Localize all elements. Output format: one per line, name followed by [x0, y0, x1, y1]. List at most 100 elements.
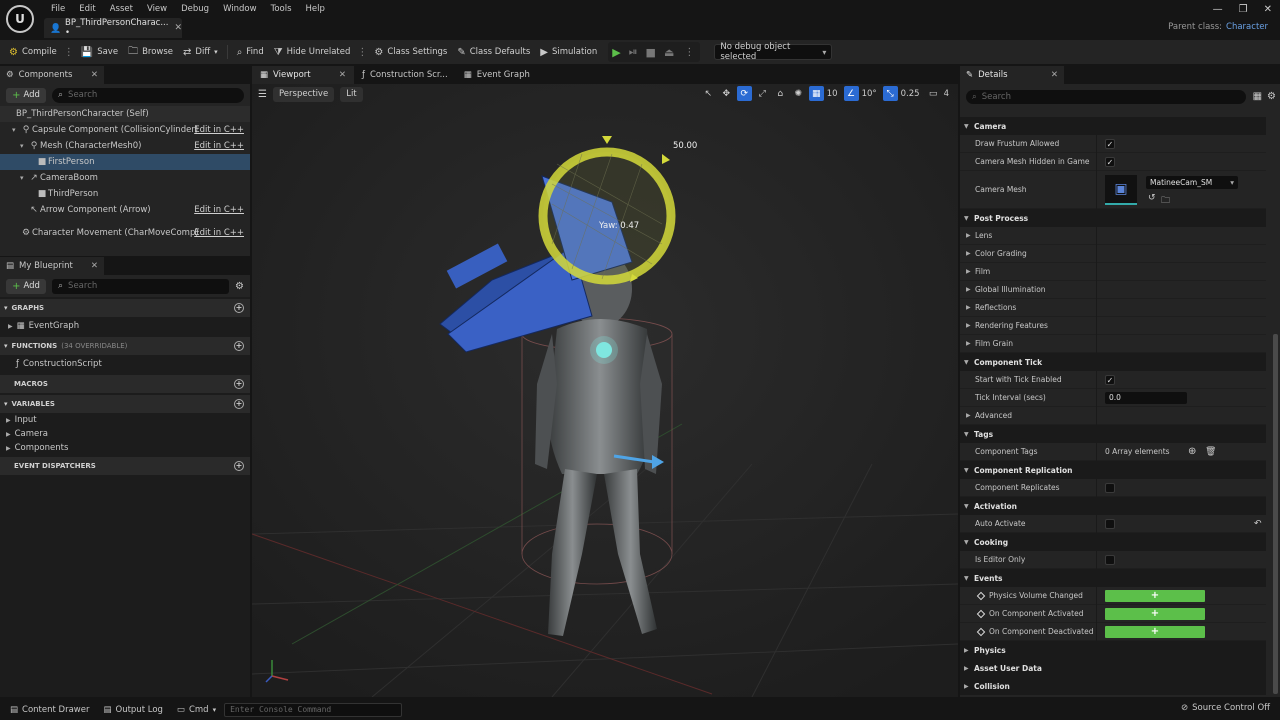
- tree-row-self[interactable]: BP_ThirdPersonCharacter (Self): [0, 106, 250, 122]
- grid-snap-icon[interactable]: ▦: [808, 86, 824, 101]
- cmd-button[interactable]: ▭ Cmd ▾: [171, 701, 222, 719]
- tree-row-arrow[interactable]: ↖ Arrow Component (Arrow) Edit in C++: [0, 202, 250, 218]
- category-activation[interactable]: ▼ Activation: [960, 497, 1266, 515]
- world-space-icon[interactable]: ⌂: [773, 86, 788, 101]
- reset-icon[interactable]: ↺: [1148, 193, 1156, 203]
- class-settings-button[interactable]: ⚙ Class Settings: [369, 42, 452, 62]
- scale-icon[interactable]: ⤢: [755, 86, 770, 101]
- tab-my-blueprint[interactable]: ▤ My Blueprint ✕: [0, 257, 104, 275]
- maximize-button[interactable]: ❐: [1239, 4, 1248, 15]
- is-editor-only-checkbox[interactable]: [1105, 554, 1115, 565]
- edit-in-cpp-link[interactable]: Edit in C++: [194, 228, 244, 238]
- browse-button[interactable]: 🗀 Browse: [123, 42, 178, 62]
- hide-unrelated-button[interactable]: ⧩ Hide Unrelated: [269, 42, 356, 62]
- find-button[interactable]: ⌕ Find: [232, 42, 269, 62]
- add-element-icon[interactable]: ⊕: [1188, 446, 1196, 457]
- minimize-button[interactable]: —: [1213, 4, 1223, 15]
- variable-category-components[interactable]: ▶ Components: [0, 441, 250, 455]
- trash-icon[interactable]: 🗑: [1205, 447, 1216, 457]
- perspective-button[interactable]: Perspective: [272, 86, 335, 102]
- details-scrollbar[interactable]: [1273, 334, 1278, 694]
- unreal-logo-icon[interactable]: U: [6, 5, 34, 33]
- parent-class-link[interactable]: Character: [1226, 22, 1268, 32]
- row-global-illumination[interactable]: ▶ Global Illumination: [960, 281, 1266, 299]
- add-event-button[interactable]: +: [1105, 589, 1205, 602]
- add-event-button[interactable]: +: [1105, 607, 1205, 620]
- functions-section-header[interactable]: ▾ FUNCTIONS (34 OVERRIDABLE) +: [0, 337, 250, 355]
- asset-tab[interactable]: 👤 BP_ThirdPersonCharac... • ✕: [44, 18, 182, 38]
- menu-debug[interactable]: Debug: [174, 2, 216, 16]
- menu-view[interactable]: View: [140, 2, 174, 16]
- scale-snap-value[interactable]: 0.25: [901, 89, 923, 99]
- lit-button[interactable]: Lit: [340, 86, 363, 102]
- reset-to-default-icon[interactable]: ↶: [1254, 519, 1262, 529]
- play-options-icon[interactable]: ⋮: [682, 47, 696, 58]
- gear-icon[interactable]: ⚙: [1267, 91, 1276, 102]
- menu-edit[interactable]: Edit: [72, 2, 102, 16]
- start-tick-checkbox[interactable]: ✓: [1105, 374, 1115, 385]
- row-color-grading[interactable]: ▶ Color Grading: [960, 245, 1266, 263]
- close-icon[interactable]: ✕: [91, 261, 98, 271]
- hamburger-icon[interactable]: ☰: [258, 89, 267, 100]
- translate-icon[interactable]: ✥: [719, 86, 734, 101]
- variable-category-input[interactable]: ▶ Input: [0, 413, 250, 427]
- tree-row-mesh[interactable]: ▾ ⚲ Mesh (CharacterMesh0) Edit in C++: [0, 138, 250, 154]
- variable-category-camera[interactable]: ▶ Camera: [0, 427, 250, 441]
- menu-window[interactable]: Window: [216, 2, 264, 16]
- expand-arrow-icon[interactable]: ▾: [12, 126, 20, 134]
- close-icon[interactable]: ✕: [1051, 70, 1058, 80]
- row-rendering-features[interactable]: ▶ Rendering Features: [960, 317, 1266, 335]
- category-post-process[interactable]: ▼ Post Process: [960, 209, 1266, 227]
- add-graph-icon[interactable]: +: [234, 303, 244, 313]
- category-tags[interactable]: ▼ Tags: [960, 425, 1266, 443]
- select-icon[interactable]: ↖: [701, 86, 716, 101]
- graphs-section-header[interactable]: ▾ GRAPHS +: [0, 299, 250, 317]
- row-lens[interactable]: ▶ Lens: [960, 227, 1266, 245]
- expand-arrow-icon[interactable]: ▾: [20, 142, 28, 150]
- add-function-icon[interactable]: +: [234, 341, 244, 351]
- category-events[interactable]: ▼ Events: [960, 569, 1266, 587]
- variables-section-header[interactable]: ▾ VARIABLES +: [0, 395, 250, 413]
- source-control-button[interactable]: ⊘ Source Control Off: [1181, 703, 1270, 713]
- close-icon[interactable]: ✕: [174, 23, 182, 33]
- tree-row-thirdperson[interactable]: ■ ThirdPerson: [0, 186, 250, 202]
- rotate-icon[interactable]: ⟳: [736, 86, 752, 101]
- category-physics[interactable]: ▶ Physics: [960, 641, 1266, 659]
- scale-snap-icon[interactable]: ⤡: [882, 86, 898, 101]
- add-blueprint-item-button[interactable]: + Add: [6, 278, 46, 294]
- edit-in-cpp-link[interactable]: Edit in C++: [194, 205, 244, 215]
- viewport-scene[interactable]: [252, 84, 958, 697]
- components-search-input[interactable]: ⌕ Search: [52, 87, 244, 103]
- add-variable-icon[interactable]: +: [234, 399, 244, 409]
- stop-icon[interactable]: ■: [646, 46, 656, 59]
- close-icon[interactable]: ✕: [91, 70, 98, 80]
- row-reflections[interactable]: ▶ Reflections: [960, 299, 1266, 317]
- tree-row-cameraboom[interactable]: ▾ ↗ CameraBoom: [0, 170, 250, 186]
- output-log-button[interactable]: ▤ Output Log: [97, 701, 168, 719]
- construction-script-item[interactable]: ƒ ConstructionScript: [0, 355, 250, 373]
- edit-in-cpp-link[interactable]: Edit in C++: [194, 141, 244, 151]
- rotation-snap-icon[interactable]: ∠: [843, 86, 859, 101]
- camera-mesh-thumbnail[interactable]: ▣: [1105, 175, 1137, 205]
- macros-section-header[interactable]: MACROS +: [0, 375, 250, 393]
- menu-file[interactable]: File: [44, 2, 72, 16]
- my-blueprint-search-input[interactable]: ⌕ Search: [52, 278, 230, 294]
- class-defaults-button[interactable]: ✎ Class Defaults: [452, 42, 535, 62]
- event-dispatchers-section-header[interactable]: EVENT DISPATCHERS +: [0, 457, 250, 475]
- category-camera[interactable]: ▼ Camera: [960, 117, 1266, 135]
- component-replicates-checkbox[interactable]: [1105, 482, 1115, 493]
- rotation-snap-value[interactable]: 10°: [862, 89, 880, 99]
- simulation-button[interactable]: ▶ Simulation: [535, 42, 602, 62]
- camera-mesh-picker[interactable]: MatineeCam_SM ▾: [1146, 176, 1238, 189]
- tick-interval-input[interactable]: 0.0: [1105, 391, 1187, 404]
- menu-help[interactable]: Help: [299, 2, 332, 16]
- row-film[interactable]: ▶ Film: [960, 263, 1266, 281]
- event-graph-item[interactable]: ▶ ▦ EventGraph: [0, 317, 250, 335]
- save-button[interactable]: 💾 Save: [76, 42, 123, 62]
- console-command-input[interactable]: Enter Console Command: [224, 702, 403, 717]
- close-window-button[interactable]: ✕: [1264, 4, 1272, 15]
- close-icon[interactable]: ✕: [339, 70, 346, 80]
- category-component-tick[interactable]: ▼ Component Tick: [960, 353, 1266, 371]
- viewport[interactable]: 50.00 Yaw: 0.47 ☰ Perspective Lit ↖ ✥ ⟳ …: [252, 84, 958, 697]
- camera-mesh-hidden-checkbox[interactable]: ✓: [1105, 156, 1115, 167]
